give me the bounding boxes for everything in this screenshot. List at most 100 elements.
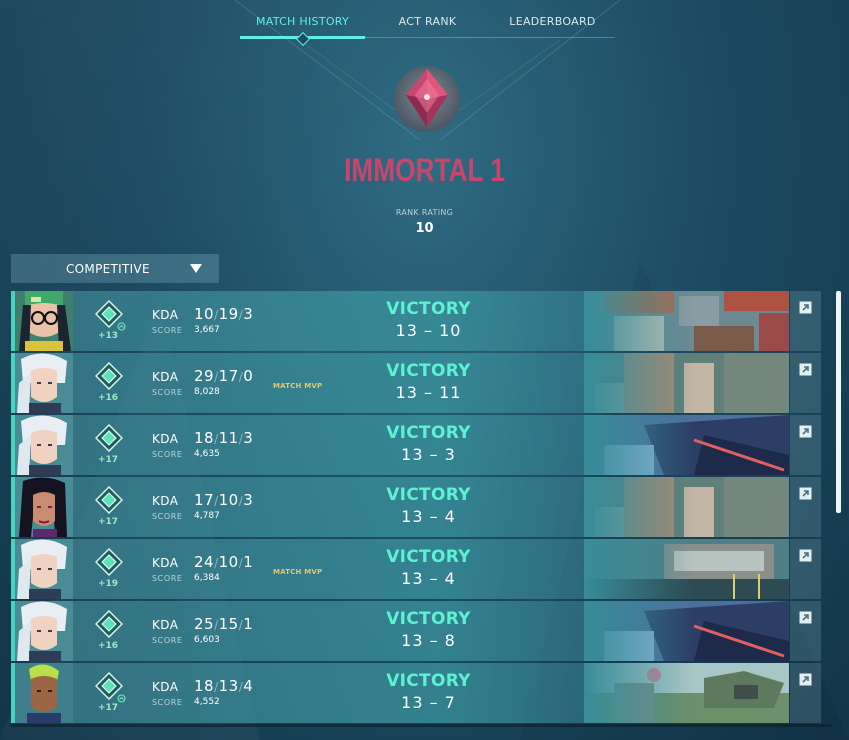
tab-act-rank[interactable]: ACT RANK [365,0,490,37]
map-fade [584,291,694,351]
kda-value: 24/10/1 [194,553,254,571]
rank-diamond-icon [95,486,123,514]
queue-dropdown[interactable]: COMPETITIVE [11,254,219,283]
map-fade [584,477,694,537]
score-label: SCORE [152,450,183,459]
deaths: 11 [218,429,239,447]
map-fade [584,601,694,661]
open-match-button[interactable] [790,539,821,599]
deaths: 13 [218,677,239,695]
agent-killjoy-avatar [15,291,73,351]
round-score: 13 – 11 [395,383,462,402]
assists: 3 [243,305,254,323]
match-result: VICTORY [386,423,471,443]
open-match-button[interactable] [790,477,821,537]
assists: 3 [243,491,254,509]
rr-change: +17 [97,455,119,465]
round-score: 13 – 7 [401,693,456,712]
score-value: 4,552 [194,697,220,707]
map-fade [584,539,694,599]
score-label: SCORE [152,698,183,707]
rr-change: +13 [97,331,119,341]
match-row[interactable]: +17 KDA 18/11/3 SCORE 4,635 VICTORY 13 –… [11,415,821,475]
external-link-icon [799,611,812,624]
kills: 18 [194,677,215,695]
score-value: 6,603 [194,635,220,645]
deaths: 17 [218,367,239,385]
score-value: 6,384 [194,573,220,583]
external-link-icon [799,549,812,562]
kda-label: KDA [152,680,179,694]
match-row[interactable]: +17 KDA 17/10/3 SCORE 4,787 VICTORY 13 –… [11,477,821,537]
match-row[interactable]: +13 KDA 10/19/3 SCORE 3,667 VICTORY 13 –… [11,291,821,351]
external-link-icon [799,673,812,686]
match-result: VICTORY [386,671,471,691]
kda-label: KDA [152,494,179,508]
deaths: 10 [218,491,239,509]
kda-value: 25/15/1 [194,615,254,633]
kda-label: KDA [152,370,179,384]
open-match-button[interactable] [790,415,821,475]
round-score: 13 – 10 [395,321,462,340]
match-row[interactable]: +16 KDA 29/17/0 SCORE 8,028 MATCH MVP VI… [11,353,821,413]
deaths: 19 [218,305,239,323]
round-score: 13 – 8 [401,631,456,650]
score-label: SCORE [152,574,183,583]
external-link-icon [799,301,812,314]
rank-up-icon [117,694,126,703]
tab-leaderboard-label: LEADERBOARD [509,15,596,28]
rank-rating-value: 10 [415,221,434,236]
kills: 24 [194,553,215,571]
kills: 17 [194,491,215,509]
deaths: 15 [218,615,239,633]
score-label: SCORE [152,512,183,521]
rank-title: IMMORTAL 1 [344,152,505,188]
queue-dropdown-label: COMPETITIVE [66,261,150,276]
match-list-scrollbar[interactable] [836,291,841,726]
kda-value: 29/17/0 [194,367,254,385]
match-list[interactable]: +13 KDA 10/19/3 SCORE 3,667 VICTORY 13 –… [11,291,821,726]
kda-label: KDA [152,618,179,632]
match-result: VICTORY [386,547,471,567]
rr-change: +17 [97,703,119,713]
open-match-button[interactable] [790,663,821,723]
open-match-button[interactable] [790,601,821,661]
agent-neon-avatar [15,663,73,723]
match-result: VICTORY [386,485,471,505]
agent-reyna-avatar [15,477,73,537]
score-label: SCORE [152,388,183,397]
round-score: 13 – 4 [401,507,456,526]
agent-jett-avatar [15,415,73,475]
map-fade [584,353,694,413]
tab-match-history[interactable]: MATCH HISTORY [240,0,365,47]
score-value: 4,787 [194,511,220,521]
assists: 4 [243,677,254,695]
tab-leaderboard[interactable]: LEADERBOARD [490,0,615,37]
kda-value: 17/10/3 [194,491,254,509]
kills: 18 [194,429,215,447]
kda-label: KDA [152,556,179,570]
scrollbar-thumb[interactable] [836,291,841,513]
rr-change: +17 [97,517,119,527]
mvp-badge: MATCH MVP [273,382,323,390]
kda-value: 18/11/3 [194,429,254,447]
rank-up-icon [117,322,126,331]
score-label: SCORE [152,326,183,335]
match-result: VICTORY [386,299,471,319]
kills: 29 [194,367,215,385]
kda-label: KDA [152,432,179,446]
rr-change: +16 [97,641,119,651]
match-row[interactable]: +16 KDA 25/15/1 SCORE 6,603 VICTORY 13 –… [11,601,821,661]
tab-match-history-label: MATCH HISTORY [255,15,350,28]
caret-down-icon [190,264,202,273]
rr-change: +19 [97,579,119,589]
open-match-button[interactable] [790,291,821,351]
assists: 3 [243,429,254,447]
active-tab-diamond-icon [295,31,310,47]
rr-change: +16 [97,393,119,403]
match-row[interactable]: +19 KDA 24/10/1 SCORE 6,384 MATCH MVP VI… [11,539,821,599]
match-result: VICTORY [386,609,471,629]
open-match-button[interactable] [790,353,821,413]
kda-value: 18/13/4 [194,677,254,695]
match-row[interactable]: +17 KDA 18/13/4 SCORE 4,552 VICTORY 13 –… [11,663,821,723]
